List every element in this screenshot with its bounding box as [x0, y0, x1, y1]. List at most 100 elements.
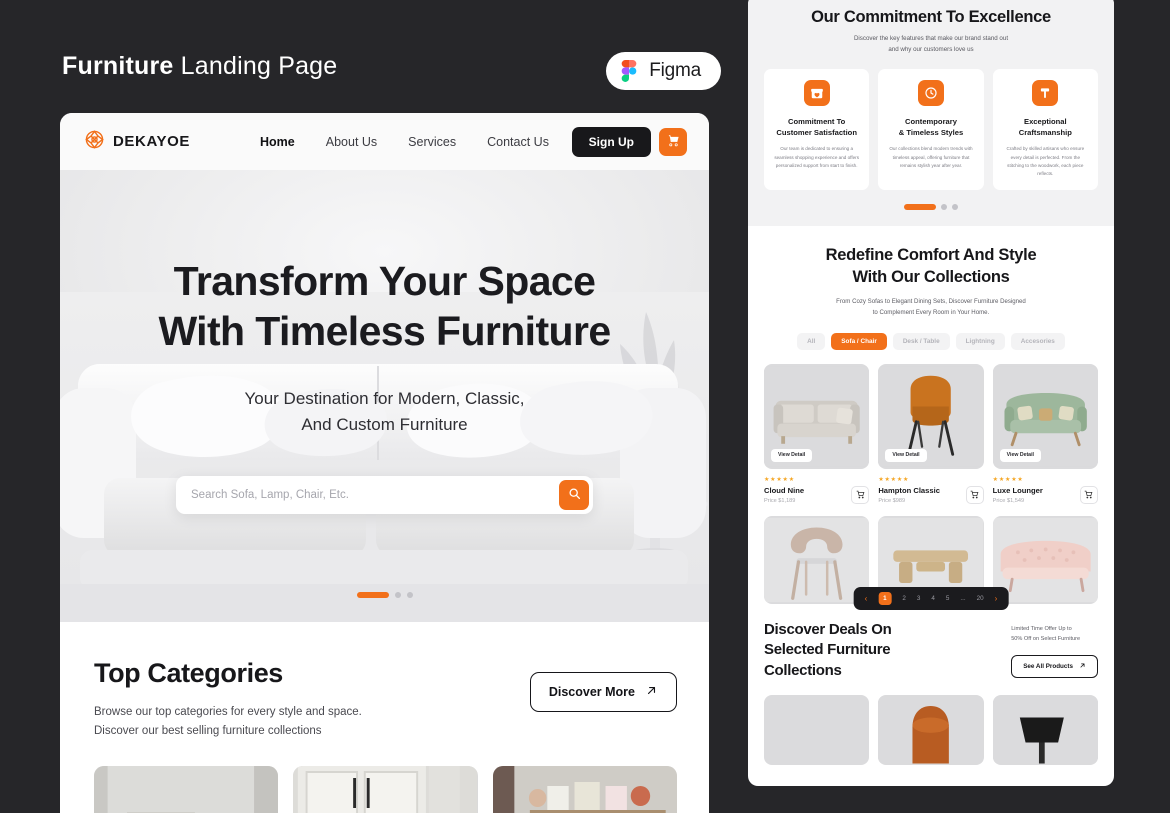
category-card-cabinet[interactable] [293, 766, 478, 813]
commitment-dot-1[interactable] [904, 203, 936, 210]
page-button-2[interactable]: 2 [902, 595, 906, 602]
top-categories-grid [94, 766, 677, 813]
hero-dot-3[interactable] [406, 592, 413, 598]
product-name: Cloud Nine [764, 485, 805, 495]
shopping-cart-icon [970, 486, 979, 504]
view-detail-button[interactable]: View Detail [885, 448, 927, 462]
deal-card-orange-chair[interactable] [878, 694, 984, 765]
page-button-20[interactable]: 20 [977, 595, 984, 602]
product-card-luxe-lounger[interactable]: View Detail ★★★★★ Luxe Lounger Price $1,… [992, 363, 1098, 504]
collections-subtitle-line2: to Complement Every Room in Your Home. [872, 308, 990, 316]
product-card-hampton-classic[interactable]: View Detail ★★★★★ Hampton Classic Price … [878, 363, 984, 504]
product-thumb[interactable] [992, 515, 1098, 604]
feature-name-line1: Contemporary [905, 116, 957, 126]
figma-badge[interactable]: Figma [606, 52, 721, 90]
product-card-pink-sofa[interactable] [992, 515, 1098, 604]
nav-link-about-us[interactable]: About Us [326, 135, 377, 149]
hero-headline: Transform Your Space With Timeless Furni… [60, 256, 709, 356]
filter-chip-sofa-chair[interactable]: Sofa / Chair [831, 332, 887, 350]
filter-chip-lightning[interactable]: Lightning [955, 332, 1005, 350]
product-thumb[interactable]: View Detail [992, 363, 1098, 469]
filter-chip-all[interactable]: All [797, 332, 826, 350]
nav-links: Home About Us Services Contact Us [260, 135, 549, 149]
chevron-right-icon[interactable]: › [995, 594, 998, 603]
right-artboard: Our Commitment To Excellence Discover th… [748, 0, 1114, 786]
see-all-products-label: See All Products [1023, 662, 1073, 670]
collections-subtitle: From Cozy Sofas to Elegant Dining Sets, … [764, 297, 1098, 319]
view-detail-button[interactable]: View Detail [999, 448, 1041, 462]
filter-chip-desk-table[interactable]: Desk / Table [892, 332, 950, 350]
discover-more-button[interactable]: Discover More [529, 672, 677, 712]
deal-image-orange-chair [878, 696, 984, 764]
category-card-bedroom[interactable] [492, 766, 677, 813]
deals-section: Discover Deals On Selected Furniture Col… [748, 603, 1114, 682]
top-categories-subtitle: Browse our top categories for every styl… [94, 703, 362, 740]
collections-subtitle-line1: From Cozy Sofas to Elegant Dining Sets, … [836, 297, 1026, 305]
brand-logo[interactable]: DEKAYOE [85, 129, 190, 154]
product-thumb[interactable]: View Detail [878, 363, 984, 469]
nav-link-contact-us[interactable]: Contact Us [487, 135, 549, 149]
add-to-cart-button[interactable] [965, 485, 984, 504]
clock-icon [917, 79, 944, 106]
deals-title-line2: Selected Furniture [764, 641, 891, 659]
product-card-cloud-nine[interactable]: View Detail ★★★★★ Cloud Nine Price $1,18… [764, 363, 870, 504]
search-input[interactable] [191, 489, 559, 501]
feature-name-line1: Exceptional [1024, 116, 1067, 126]
deals-note: Limited Time Offer Up to 50% Off on Sele… [1011, 624, 1098, 644]
add-to-cart-button[interactable] [1079, 485, 1098, 504]
arrow-up-right-icon [645, 684, 658, 700]
feature-cards: Commitment To Customer Satisfaction Our … [764, 68, 1098, 190]
chevron-left-icon[interactable]: ‹ [865, 594, 868, 603]
deals-title: Discover Deals On Selected Furniture Col… [764, 620, 892, 682]
gift-heart-icon [803, 79, 830, 106]
commitment-dot-3[interactable] [952, 203, 958, 210]
view-detail-button[interactable]: View Detail [771, 448, 813, 462]
hero-subtitle-line2: And Custom Furniture [301, 414, 468, 434]
add-to-cart-button[interactable] [851, 485, 870, 504]
product-rating-stars: ★★★★★ [878, 476, 910, 483]
commitment-section: Our Commitment To Excellence Discover th… [748, 0, 1114, 226]
page-button-4[interactable]: 4 [931, 595, 935, 602]
deals-note-line2: 50% Off on Select Furniture [1011, 635, 1081, 642]
page-button-3[interactable]: 3 [917, 595, 921, 602]
commitment-dot-2[interactable] [941, 203, 947, 210]
shopping-cart-icon [1084, 486, 1093, 504]
hero-subtitle-line1: Your Destination for Modern, Classic, [244, 389, 525, 408]
page-button-1[interactable]: 1 [878, 592, 892, 605]
product-rating-stars: ★★★★★ [992, 476, 1024, 483]
cart-button[interactable] [659, 127, 687, 156]
feature-card-styles[interactable]: Contemporary & Timeless Styles Our colle… [878, 68, 984, 190]
category-card-fireplace[interactable] [94, 766, 279, 813]
commitment-subtitle-line2: and why our customers love us [888, 45, 974, 53]
product-footer: Cloud Nine Price $1,189 [764, 485, 870, 504]
feature-name-styles: Contemporary & Timeless Styles [899, 116, 963, 139]
search-button[interactable] [559, 480, 589, 510]
filter-chip-accesories[interactable]: Accesories [1010, 332, 1065, 350]
deal-card-empty[interactable] [764, 694, 870, 765]
hero-dot-1[interactable] [356, 592, 389, 598]
hero-search-bar[interactable] [176, 476, 593, 514]
hammer-icon [1032, 79, 1059, 106]
feature-card-craftsmanship[interactable]: Exceptional Craftsmanship Crafted by ski… [992, 68, 1098, 190]
site-navbar: DEKAYOE Home About Us Services Contact U… [60, 113, 709, 170]
nav-link-services[interactable]: Services [408, 135, 456, 149]
top-categories-subtitle-line1: Browse our top categories for every styl… [94, 706, 362, 718]
product-grid-row-1: View Detail ★★★★★ Cloud Nine Price $1,18… [764, 363, 1098, 504]
top-categories-text: Top Categories Browse our top categories… [94, 658, 362, 740]
product-thumb[interactable]: View Detail [764, 363, 870, 469]
collection-filters: All Sofa / Chair Desk / Table Lightning … [764, 332, 1098, 350]
product-info: Luxe Lounger Price $1,549 [993, 486, 1043, 504]
feature-name-line2: Customer Satisfaction [776, 128, 857, 138]
feature-desc-satisfaction: Our team is dedicated to ensuring a seam… [774, 146, 860, 168]
sign-up-button[interactable]: Sign Up [571, 126, 651, 157]
product-name: Hampton Classic [878, 485, 940, 495]
product-price: Price $1,189 [764, 497, 796, 504]
deal-card-lamp[interactable] [992, 694, 1098, 765]
page-ellipsis: ... [960, 595, 966, 602]
nav-link-home[interactable]: Home [260, 135, 295, 149]
hero-dot-2[interactable] [394, 592, 401, 598]
see-all-products-button[interactable]: See All Products [1011, 654, 1098, 678]
figma-logo-icon [618, 60, 640, 82]
feature-card-satisfaction[interactable]: Commitment To Customer Satisfaction Our … [764, 68, 870, 190]
page-button-5[interactable]: 5 [946, 595, 950, 602]
